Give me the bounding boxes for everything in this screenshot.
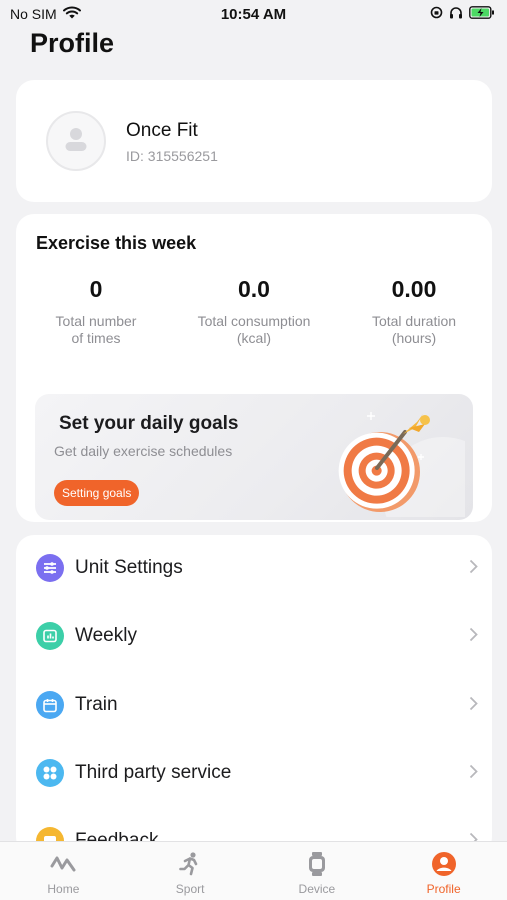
- calendar-icon: [36, 691, 64, 719]
- menu-item-unit-settings[interactable]: Unit Settings: [16, 548, 492, 588]
- settings-menu: Unit Settings Weekly Train Third party s…: [16, 535, 492, 855]
- tab-label: Home: [47, 882, 80, 896]
- goals-title: Set your daily goals: [59, 413, 239, 434]
- chevron-right-icon: [469, 695, 478, 716]
- tab-profile[interactable]: Profile: [380, 842, 507, 900]
- chevron-right-icon: [469, 558, 478, 579]
- stat-value: 0.0: [238, 276, 270, 302]
- status-bar: No SIM 10:54 AM: [0, 0, 507, 28]
- headphones-icon: [449, 6, 463, 22]
- user-placeholder-icon: [61, 124, 91, 159]
- watch-icon: [304, 851, 330, 877]
- target-dart-icon: [325, 402, 473, 520]
- orientation-lock-icon: [430, 6, 443, 22]
- home-wave-icon: [50, 851, 76, 877]
- stat-total-duration: 0.00 Total duration (hours): [334, 276, 494, 347]
- tab-bar: Home Sport Device Profile: [0, 841, 507, 900]
- menu-label: Unit Settings: [75, 557, 183, 578]
- battery-charging-icon: [469, 6, 495, 22]
- tab-label: Sport: [175, 882, 205, 896]
- page-title: Profile: [30, 28, 115, 58]
- runner-icon: [177, 851, 203, 877]
- weekly-chart-icon: [36, 622, 64, 650]
- stat-label-line1: Total number: [55, 313, 137, 329]
- stat-total-times: 0 Total number of times: [16, 276, 176, 347]
- daily-goals-banner[interactable]: Set your daily goals Get daily exercise …: [35, 394, 473, 520]
- stat-label-line2: (hours): [391, 330, 437, 346]
- sliders-icon: [36, 554, 64, 582]
- profile-card[interactable]: Once Fit ID: 315556251: [16, 80, 492, 202]
- stat-label-line2: of times: [71, 330, 121, 346]
- profile-icon: [431, 851, 457, 877]
- profile-name: Once Fit: [126, 120, 198, 141]
- tab-home[interactable]: Home: [0, 842, 127, 900]
- tab-label: Device: [298, 882, 336, 896]
- menu-label: Weekly: [75, 625, 137, 646]
- stat-value: 0.00: [391, 276, 437, 302]
- menu-label: Train: [75, 694, 118, 715]
- exercise-card: Exercise this week 0 Total number of tim…: [16, 214, 492, 522]
- chevron-right-icon: [469, 763, 478, 784]
- carrier-label: No SIM: [10, 6, 57, 22]
- tab-device[interactable]: Device: [254, 842, 381, 900]
- status-right: [430, 6, 495, 22]
- setting-goals-button[interactable]: Setting goals: [54, 480, 140, 506]
- exercise-title: Exercise this week: [36, 233, 197, 253]
- stat-total-consumption: 0.0 Total consumption (kcal): [174, 276, 334, 347]
- avatar[interactable]: [46, 111, 106, 171]
- tab-label: Profile: [426, 882, 461, 896]
- stat-label-line2: (kcal): [236, 330, 272, 346]
- tab-sport[interactable]: Sport: [127, 842, 254, 900]
- goals-subtitle: Get daily exercise schedules: [54, 443, 233, 459]
- stat-label-line1: Total duration: [371, 313, 457, 329]
- chevron-right-icon: [469, 626, 478, 647]
- profile-id: ID: 315556251: [126, 148, 218, 164]
- menu-label: Third party service: [75, 762, 232, 783]
- wifi-icon: [62, 6, 81, 22]
- stat-value: 0: [89, 276, 103, 302]
- menu-item-weekly[interactable]: Weekly: [16, 616, 492, 656]
- menu-item-third-party-service[interactable]: Third party service: [16, 753, 492, 793]
- status-left: No SIM: [10, 6, 81, 22]
- grid-icon: [36, 759, 64, 787]
- stat-label-line1: Total consumption: [197, 313, 311, 329]
- menu-item-train[interactable]: Train: [16, 685, 492, 725]
